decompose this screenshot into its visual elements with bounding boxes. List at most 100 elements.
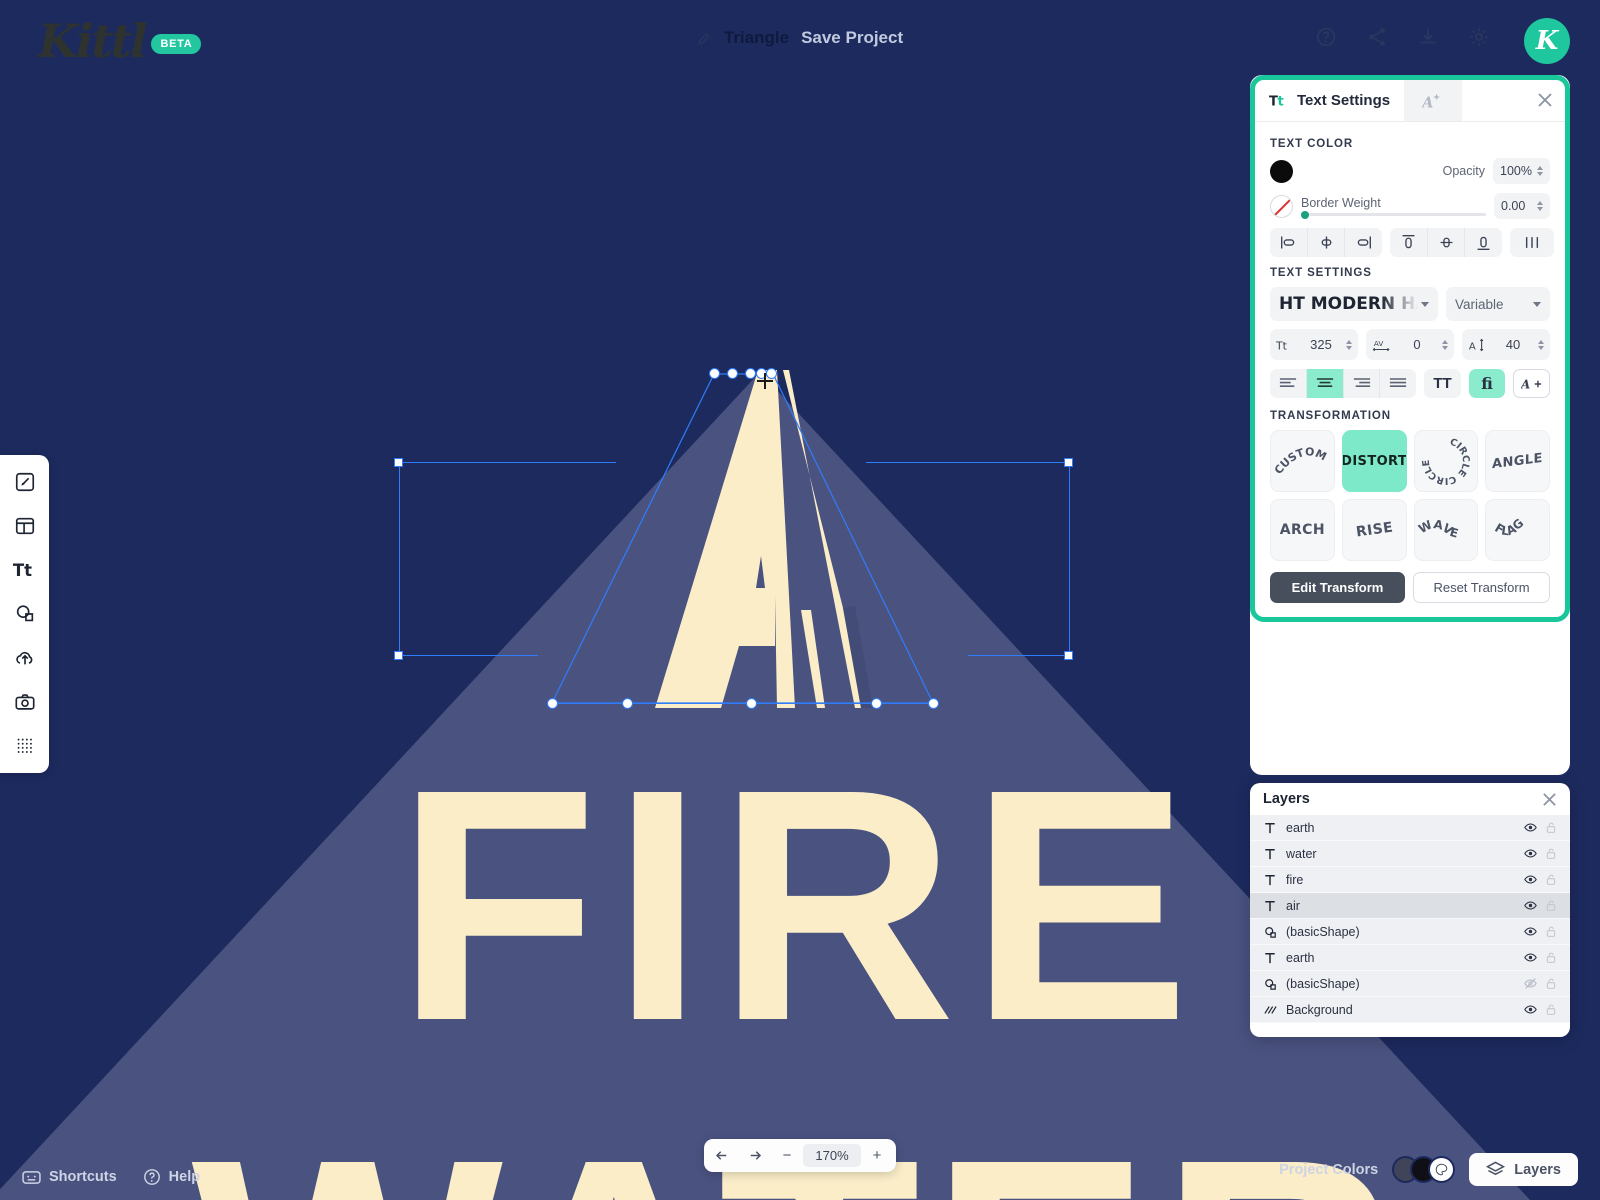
- font-size-stepper[interactable]: [1346, 340, 1352, 350]
- layer-visibility-toggle[interactable]: [1524, 977, 1537, 990]
- share-icon[interactable]: [1366, 26, 1388, 48]
- kittl-editor: FIRE WATER: [0, 0, 1600, 1200]
- text-icon[interactable]: Tt: [8, 557, 42, 583]
- transform-option-circle[interactable]: CIRCLE CIRCLE: [1414, 430, 1479, 492]
- shapes-icon[interactable]: [8, 601, 42, 627]
- layer-visibility-toggle[interactable]: [1524, 925, 1537, 938]
- layer-row[interactable]: water: [1250, 841, 1570, 867]
- letter-spacing-field[interactable]: AV 0: [1366, 329, 1454, 360]
- font-family-select[interactable]: HT MODERN HAN: [1270, 287, 1438, 321]
- layer-lock-toggle[interactable]: [1545, 821, 1557, 834]
- distribute-icon[interactable]: [1510, 228, 1554, 257]
- text-align-center-icon[interactable]: [1307, 369, 1344, 398]
- transform-option-arch[interactable]: ARCH: [1270, 499, 1335, 561]
- text-align-left-icon[interactable]: [1270, 369, 1307, 398]
- transform-option-custom[interactable]: CUSTOM: [1270, 430, 1335, 492]
- project-color-swatch[interactable]: [1428, 1156, 1455, 1183]
- settings-gear-icon[interactable]: [1468, 26, 1490, 48]
- zoom-out-button[interactable]: −: [773, 1144, 801, 1167]
- undo-arrow-icon[interactable]: [709, 1144, 737, 1167]
- align-center-horizontal-icon[interactable]: [1308, 228, 1346, 257]
- layer-lock-toggle[interactable]: [1545, 1003, 1557, 1016]
- transform-custom-icon: CUSTOM: [1273, 438, 1331, 484]
- layer-visibility-toggle[interactable]: [1524, 1003, 1537, 1016]
- help-circle-icon[interactable]: [1315, 26, 1337, 48]
- photos-camera-icon[interactable]: [8, 689, 42, 715]
- text-color-swatch[interactable]: [1270, 160, 1293, 183]
- border-weight-stepper[interactable]: [1537, 201, 1543, 211]
- tab-text-settings[interactable]: T t Text Settings: [1255, 80, 1404, 121]
- elements-dots-icon[interactable]: [8, 733, 42, 759]
- layer-visibility-toggle[interactable]: [1524, 899, 1537, 912]
- reset-transform-button[interactable]: Reset Transform: [1413, 572, 1550, 603]
- text-align-right-icon[interactable]: [1344, 369, 1381, 398]
- edit-pencil-icon[interactable]: [697, 31, 712, 46]
- design-edit-icon[interactable]: [8, 469, 42, 495]
- user-avatar[interactable]: K: [1524, 18, 1570, 64]
- edit-transform-button[interactable]: Edit Transform: [1270, 572, 1405, 603]
- font-variant-select[interactable]: Variable: [1446, 287, 1550, 321]
- save-project-button[interactable]: Save Project: [801, 28, 903, 48]
- zoom-in-button[interactable]: +: [863, 1144, 891, 1167]
- layer-visibility-toggle[interactable]: [1524, 821, 1537, 834]
- layer-visibility-toggle[interactable]: [1524, 951, 1537, 964]
- redo-arrow-icon[interactable]: [739, 1144, 767, 1167]
- align-right-icon[interactable]: [1345, 228, 1382, 257]
- transform-option-flag[interactable]: FLAG: [1485, 499, 1550, 561]
- layers-toggle-button[interactable]: Layers: [1469, 1153, 1578, 1186]
- close-icon[interactable]: [1542, 792, 1557, 807]
- layer-row[interactable]: earth: [1250, 945, 1570, 971]
- upload-icon[interactable]: [8, 645, 42, 671]
- border-weight-slider[interactable]: [1301, 213, 1486, 216]
- layer-lock-toggle[interactable]: [1545, 899, 1557, 912]
- layer-lock-toggle[interactable]: [1545, 925, 1557, 938]
- close-icon[interactable]: [1537, 92, 1553, 108]
- layer-visibility-toggle[interactable]: [1524, 847, 1537, 860]
- layer-lock-toggle[interactable]: [1545, 951, 1557, 964]
- kittl-logo[interactable]: Kittl BETA: [38, 14, 201, 68]
- transform-distort-label: DISTORT: [1342, 454, 1407, 469]
- line-height-field[interactable]: A 40: [1462, 329, 1550, 360]
- add-font-button[interactable]: A: [1513, 369, 1550, 398]
- layer-lock-toggle[interactable]: [1545, 977, 1557, 990]
- layer-row[interactable]: air: [1250, 893, 1570, 919]
- left-toolbar: Tt: [0, 455, 49, 773]
- transform-option-distort[interactable]: DISTORT: [1342, 430, 1407, 492]
- download-icon[interactable]: [1417, 26, 1439, 48]
- layer-lock-toggle[interactable]: [1545, 873, 1557, 886]
- artwork-text-fire[interactable]: FIRE: [396, 715, 1204, 1095]
- layer-row[interactable]: Background: [1250, 997, 1570, 1023]
- artwork-text-air[interactable]: [525, 360, 985, 715]
- layer-visibility-toggle[interactable]: [1524, 873, 1537, 886]
- zoom-level-value[interactable]: 170%: [803, 1144, 861, 1167]
- align-middle-vertical-icon[interactable]: [1428, 228, 1466, 257]
- transform-option-rise[interactable]: RISE: [1342, 499, 1407, 561]
- layer-row[interactable]: (basicShape): [1250, 971, 1570, 997]
- layer-name: air: [1286, 899, 1515, 913]
- border-color-swatch[interactable]: [1270, 195, 1293, 218]
- layer-lock-toggle[interactable]: [1545, 847, 1557, 860]
- help-button[interactable]: Help: [143, 1168, 200, 1186]
- shortcuts-button[interactable]: Shortcuts: [22, 1169, 117, 1185]
- ligature-toggle[interactable]: fi: [1469, 369, 1506, 398]
- project-name[interactable]: Triangle: [724, 28, 789, 48]
- line-height-stepper[interactable]: [1538, 340, 1544, 350]
- align-left-icon[interactable]: [1270, 228, 1308, 257]
- templates-icon[interactable]: [8, 513, 42, 539]
- tab-magic-text[interactable]: A: [1404, 80, 1462, 121]
- opacity-input[interactable]: 100%: [1493, 158, 1550, 184]
- opacity-stepper[interactable]: [1537, 166, 1543, 176]
- align-top-icon[interactable]: [1390, 228, 1428, 257]
- font-size-field[interactable]: Tt 325: [1270, 329, 1358, 360]
- border-weight-knob[interactable]: [1301, 211, 1309, 219]
- transform-option-angle[interactable]: ANGLE: [1485, 430, 1550, 492]
- layer-row[interactable]: (basicShape): [1250, 919, 1570, 945]
- layer-row[interactable]: earth: [1250, 815, 1570, 841]
- transform-option-wave[interactable]: WAVE: [1414, 499, 1479, 561]
- align-bottom-icon[interactable]: [1465, 228, 1502, 257]
- border-weight-input[interactable]: 0.00: [1494, 193, 1550, 219]
- layer-row[interactable]: fire: [1250, 867, 1570, 893]
- letter-spacing-stepper[interactable]: [1442, 340, 1448, 350]
- text-align-justify-icon[interactable]: [1380, 369, 1416, 398]
- uppercase-toggle[interactable]: TT: [1424, 369, 1461, 398]
